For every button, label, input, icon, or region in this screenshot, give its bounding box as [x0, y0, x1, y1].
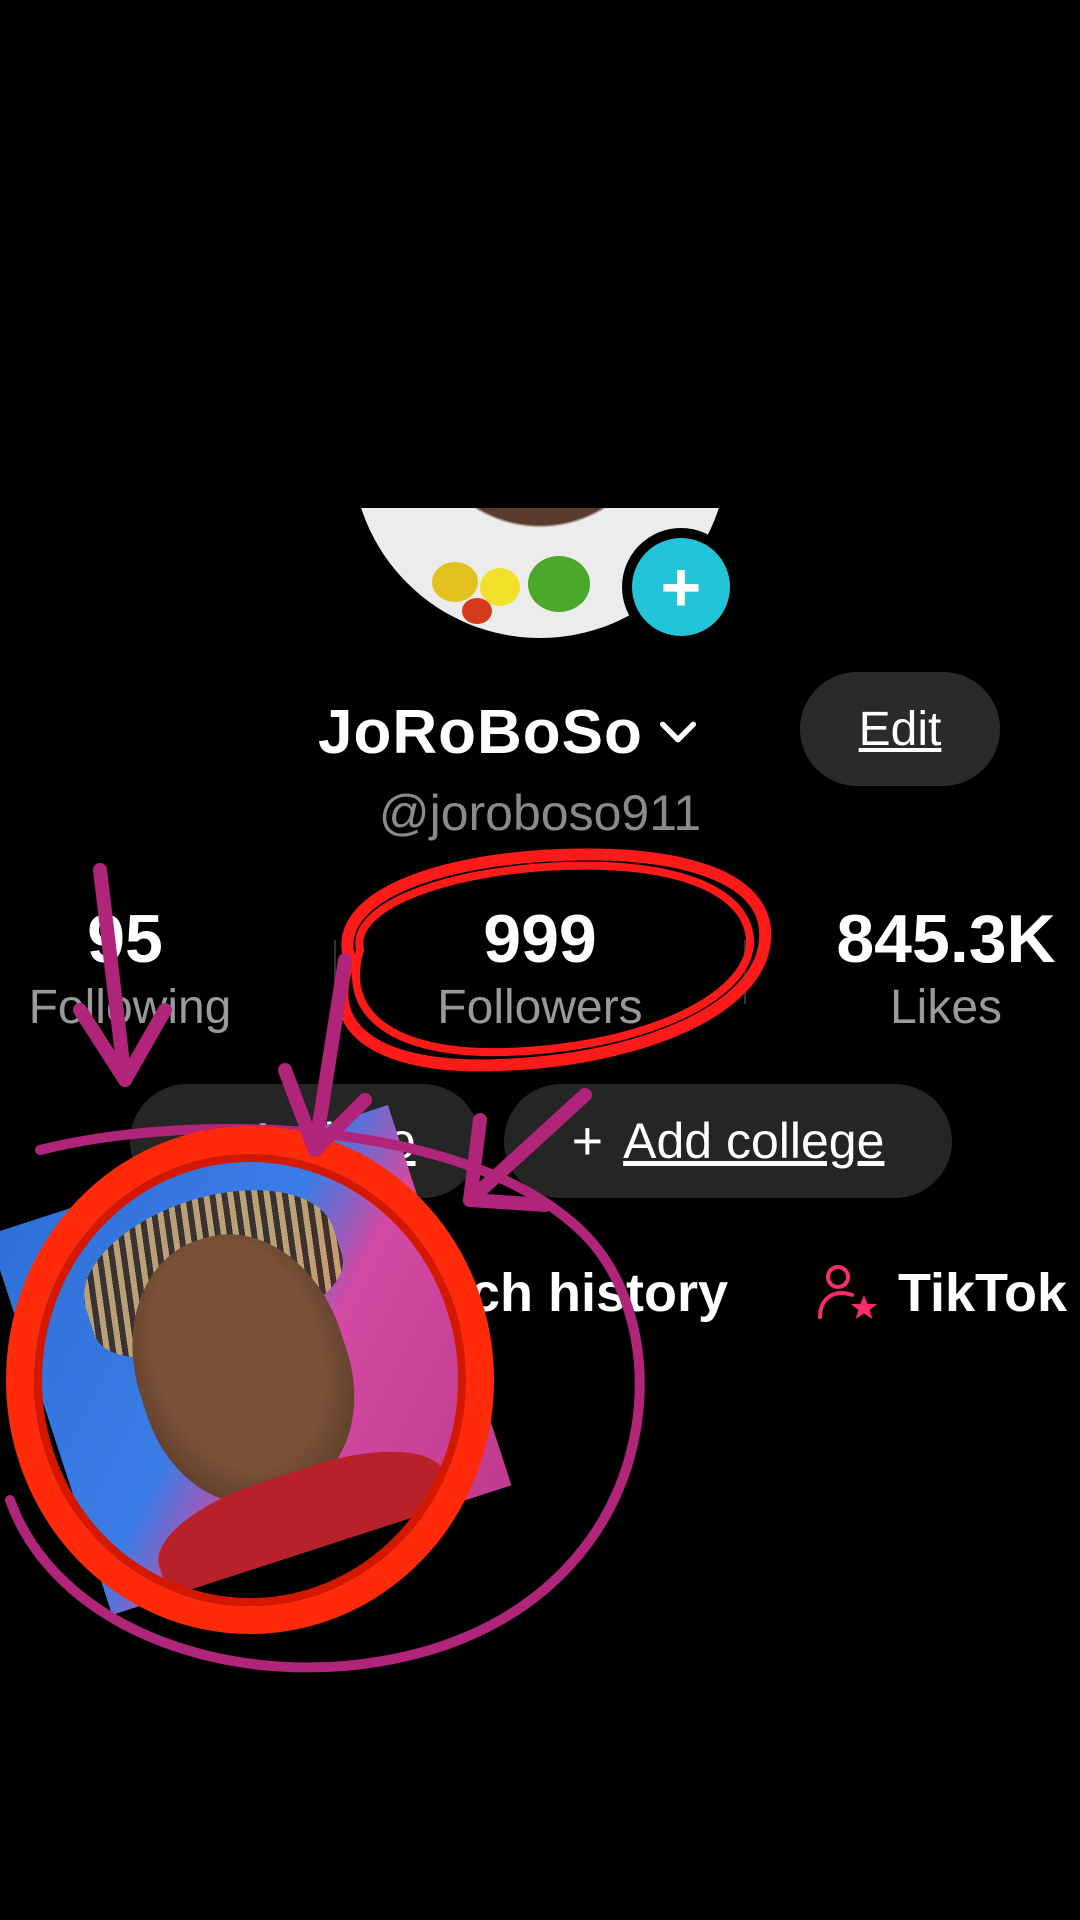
annotation-layer — [5, 848, 772, 1673]
annotation-arrow-3 — [463, 1088, 592, 1207]
annotation-photo-ring-inner — [34, 1154, 466, 1606]
annotation-photo-ring — [6, 1126, 494, 1634]
